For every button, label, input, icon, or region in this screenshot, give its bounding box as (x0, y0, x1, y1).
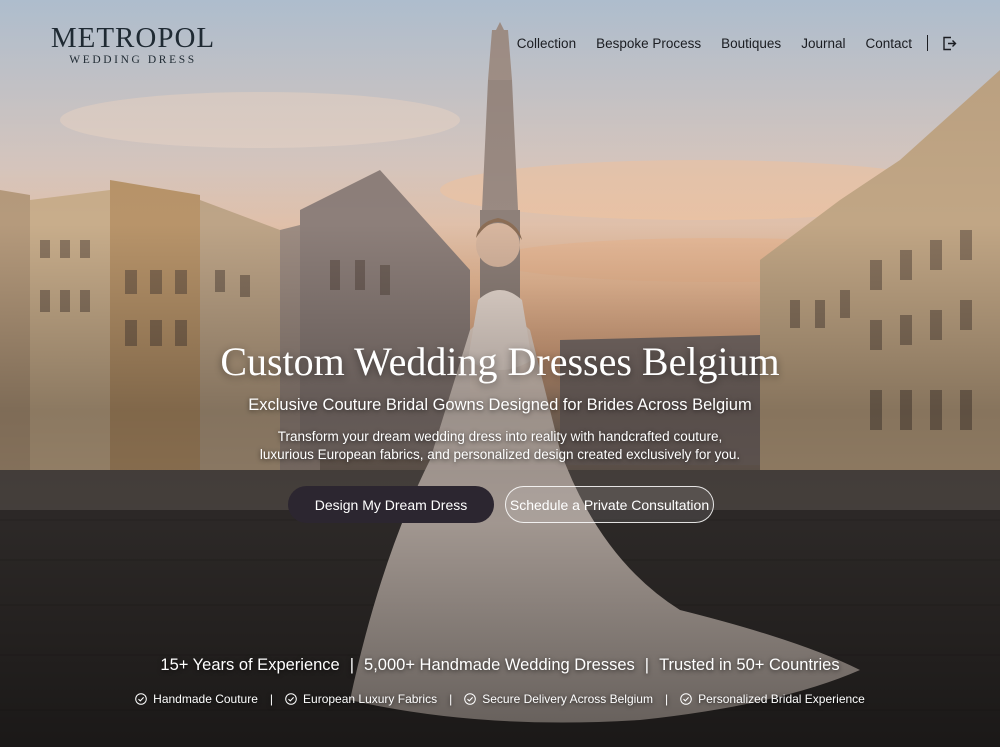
stat-separator: | (644, 656, 650, 674)
nav-link-bespoke-process[interactable]: Bespoke Process (596, 36, 701, 51)
nav-link-contact[interactable]: Contact (865, 36, 912, 51)
badge-label: Handmade Couture (153, 692, 258, 706)
badge-label: Personalized Bridal Experience (698, 692, 865, 706)
hero-headline: Custom Wedding Dresses Belgium (220, 339, 780, 384)
hero-description-line-1: Transform your dream wedding dress into … (277, 429, 723, 444)
stat-countries: Trusted in 50+ Countries (659, 656, 840, 674)
badge-separator: | (664, 692, 669, 706)
nav-divider (927, 35, 928, 51)
check-circle-icon (680, 693, 692, 705)
badge-secure-delivery: Secure Delivery Across Belgium (464, 692, 653, 706)
site-logo[interactable]: METROPOL WEDDING DRESS (47, 22, 219, 66)
logo-brand-name: METROPOL (50, 22, 216, 54)
badge-label: Secure Delivery Across Belgium (482, 692, 653, 706)
badge-separator: | (449, 692, 453, 706)
schedule-consultation-button[interactable]: Schedule a Private Consultation (505, 486, 714, 523)
login-icon[interactable] (940, 34, 958, 52)
check-circle-icon (285, 693, 297, 705)
logo-tagline: WEDDING DRESS (69, 54, 197, 66)
badge-handmade-couture: Handmade Couture (135, 692, 258, 706)
badge-personalized-experience: Personalized Bridal Experience (680, 692, 865, 706)
nav-link-journal[interactable]: Journal (801, 36, 845, 51)
check-circle-icon (135, 693, 147, 705)
hero-description: Transform your dream wedding dress into … (0, 428, 1000, 464)
nav-link-boutiques[interactable]: Boutiques (721, 36, 781, 51)
badge-label: European Luxury Fabrics (303, 692, 438, 706)
badge-separator: | (269, 692, 274, 706)
stats-bar: 15+ Years of Experience | 5,000+ Handmad… (0, 656, 1000, 675)
hero-description-line-2: luxurious European fabrics, and personal… (259, 447, 741, 462)
stat-experience: 15+ Years of Experience (160, 656, 340, 674)
stat-dresses: 5,000+ Handmade Wedding Dresses (364, 656, 635, 674)
trust-badges: Handmade Couture | European Luxury Fabri… (0, 692, 1000, 706)
main-navigation: Collection Bespoke Process Boutiques Jou… (517, 34, 958, 52)
hero-subheadline: Exclusive Couture Bridal Gowns Designed … (248, 396, 752, 414)
check-circle-icon (464, 693, 477, 705)
design-dream-dress-button[interactable]: Design My Dream Dress (288, 486, 494, 523)
nav-link-collection[interactable]: Collection (517, 36, 576, 51)
stat-separator: | (349, 656, 355, 674)
badge-european-fabrics: European Luxury Fabrics (285, 692, 437, 706)
